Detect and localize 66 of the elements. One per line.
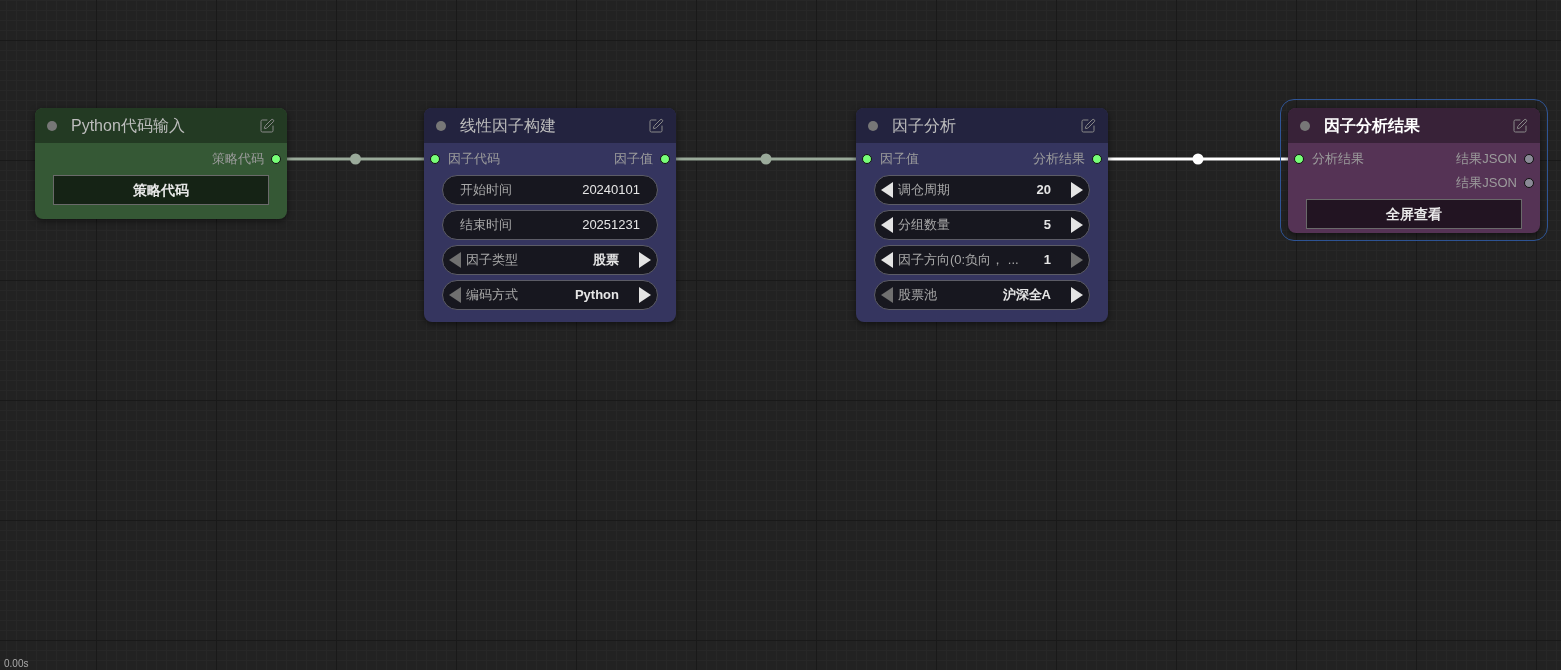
node-button[interactable]: 全屏查看 bbox=[1306, 199, 1522, 229]
widget-value: Python bbox=[574, 286, 619, 305]
widget-value: 股票 bbox=[593, 251, 619, 270]
widget-label: 调仓周期 bbox=[898, 181, 950, 200]
widget-label: 分组数量 bbox=[898, 216, 950, 235]
slot-label: 分析结果 bbox=[1312, 150, 1364, 169]
node-title: Python代码输入 bbox=[71, 115, 185, 136]
left-arrow-icon[interactable] bbox=[881, 217, 893, 233]
link-midpoint-icon[interactable] bbox=[760, 153, 772, 165]
right-arrow-icon[interactable] bbox=[1071, 182, 1083, 198]
stepper-field[interactable]: 股票池 沪深全A bbox=[874, 280, 1090, 310]
widget-label: 开始时间 bbox=[460, 181, 512, 200]
node-card[interactable]: 线性因子构建 因子代码 因子值 开始时间 20240101 结束时间 20251231 因子类型 股票 编码方式 Python bbox=[424, 108, 676, 322]
edit-icon[interactable] bbox=[1080, 117, 1096, 134]
slot-label: 策略代码 bbox=[212, 150, 264, 169]
node-header[interactable]: 因子分析结果 bbox=[1288, 108, 1540, 143]
stepper-field[interactable]: 调仓周期 20 bbox=[874, 175, 1090, 205]
slot-label: 结果JSON bbox=[1456, 174, 1517, 193]
widget-label: 因子方向(0:负向， ... bbox=[898, 251, 1019, 270]
node-card[interactable]: 因子分析结果 分析结果 结果JSON 结果JSON 全屏查看 bbox=[1288, 108, 1540, 233]
widget-value: 20240101 bbox=[582, 181, 640, 200]
widget-value: 20251231 bbox=[582, 216, 640, 235]
node-header[interactable]: 因子分析 bbox=[856, 108, 1108, 143]
node-card[interactable]: 因子分析 因子值 分析结果 调仓周期 20 分组数量 5 因子方向(0:负向， ... 1 股票池 沪深全A bbox=[856, 108, 1108, 322]
status-text: 0.00s bbox=[4, 658, 29, 669]
widget-field[interactable]: 结束时间 20251231 bbox=[442, 210, 658, 240]
connection-wire[interactable] bbox=[287, 157, 424, 161]
right-arrow-icon[interactable] bbox=[1071, 217, 1083, 233]
edit-icon[interactable] bbox=[648, 117, 664, 134]
widget-label: 股票池 bbox=[898, 286, 937, 305]
stepper-field[interactable]: 因子类型 股票 bbox=[442, 245, 658, 275]
node-card[interactable]: Python代码输入 策略代码 策略代码 bbox=[35, 108, 287, 219]
widget-value: 20 bbox=[1036, 181, 1051, 200]
node-title: 线性因子构建 bbox=[460, 115, 556, 136]
right-arrow-icon[interactable] bbox=[1071, 287, 1083, 303]
slot-label: 分析结果 bbox=[1033, 150, 1085, 169]
node-title: 因子分析 bbox=[892, 115, 956, 136]
slot-label: 因子值 bbox=[614, 150, 653, 169]
right-arrow-icon[interactable] bbox=[639, 287, 651, 303]
node-title: 因子分析结果 bbox=[1324, 115, 1420, 136]
slot-label: 因子值 bbox=[880, 150, 919, 169]
link-midpoint-icon[interactable] bbox=[1192, 153, 1204, 165]
widget-label: 结束时间 bbox=[460, 216, 512, 235]
left-arrow-icon[interactable] bbox=[881, 252, 893, 268]
stepper-field[interactable]: 分组数量 5 bbox=[874, 210, 1090, 240]
left-arrow-icon[interactable] bbox=[881, 182, 893, 198]
edit-icon[interactable] bbox=[1512, 117, 1528, 134]
right-arrow-icon[interactable] bbox=[639, 252, 651, 268]
widget-label: 编码方式 bbox=[466, 286, 518, 305]
slot-label: 结果JSON bbox=[1456, 150, 1517, 169]
slot-label: 因子代码 bbox=[448, 150, 500, 169]
node-header[interactable]: 线性因子构建 bbox=[424, 108, 676, 143]
edit-icon[interactable] bbox=[259, 117, 275, 134]
link-midpoint-icon[interactable] bbox=[350, 153, 361, 165]
stepper-field[interactable]: 编码方式 Python bbox=[442, 280, 658, 310]
widget-label: 因子类型 bbox=[466, 251, 518, 270]
widget-value: 5 bbox=[1043, 216, 1051, 235]
graph-canvas[interactable]: Python代码输入 策略代码 策略代码 线性因子构建 因子代码 因子值 开始时间 20240101 结束时间 20251231 因子类型 股票 编码方式 Python 因子分析 因子值 分析结果 调仓周期 20 分组数量 5 因子方向(0:负向， ... 1 股票池 沪深全A 因子分析结果 分析结果 结果JSON 结果JSON 全屏查看 0.00s bbox=[0, 0, 1561, 670]
stepper-field[interactable]: 因子方向(0:负向， ... 1 bbox=[874, 245, 1090, 275]
node-button[interactable]: 策略代码 bbox=[53, 175, 269, 205]
widget-value: 1 bbox=[1043, 251, 1051, 270]
widget-field[interactable]: 开始时间 20240101 bbox=[442, 175, 658, 205]
connection-wire[interactable] bbox=[676, 157, 856, 161]
connection-wire[interactable] bbox=[1108, 157, 1288, 161]
node-header[interactable]: Python代码输入 bbox=[35, 108, 287, 143]
widget-value: 沪深全A bbox=[1002, 286, 1051, 305]
